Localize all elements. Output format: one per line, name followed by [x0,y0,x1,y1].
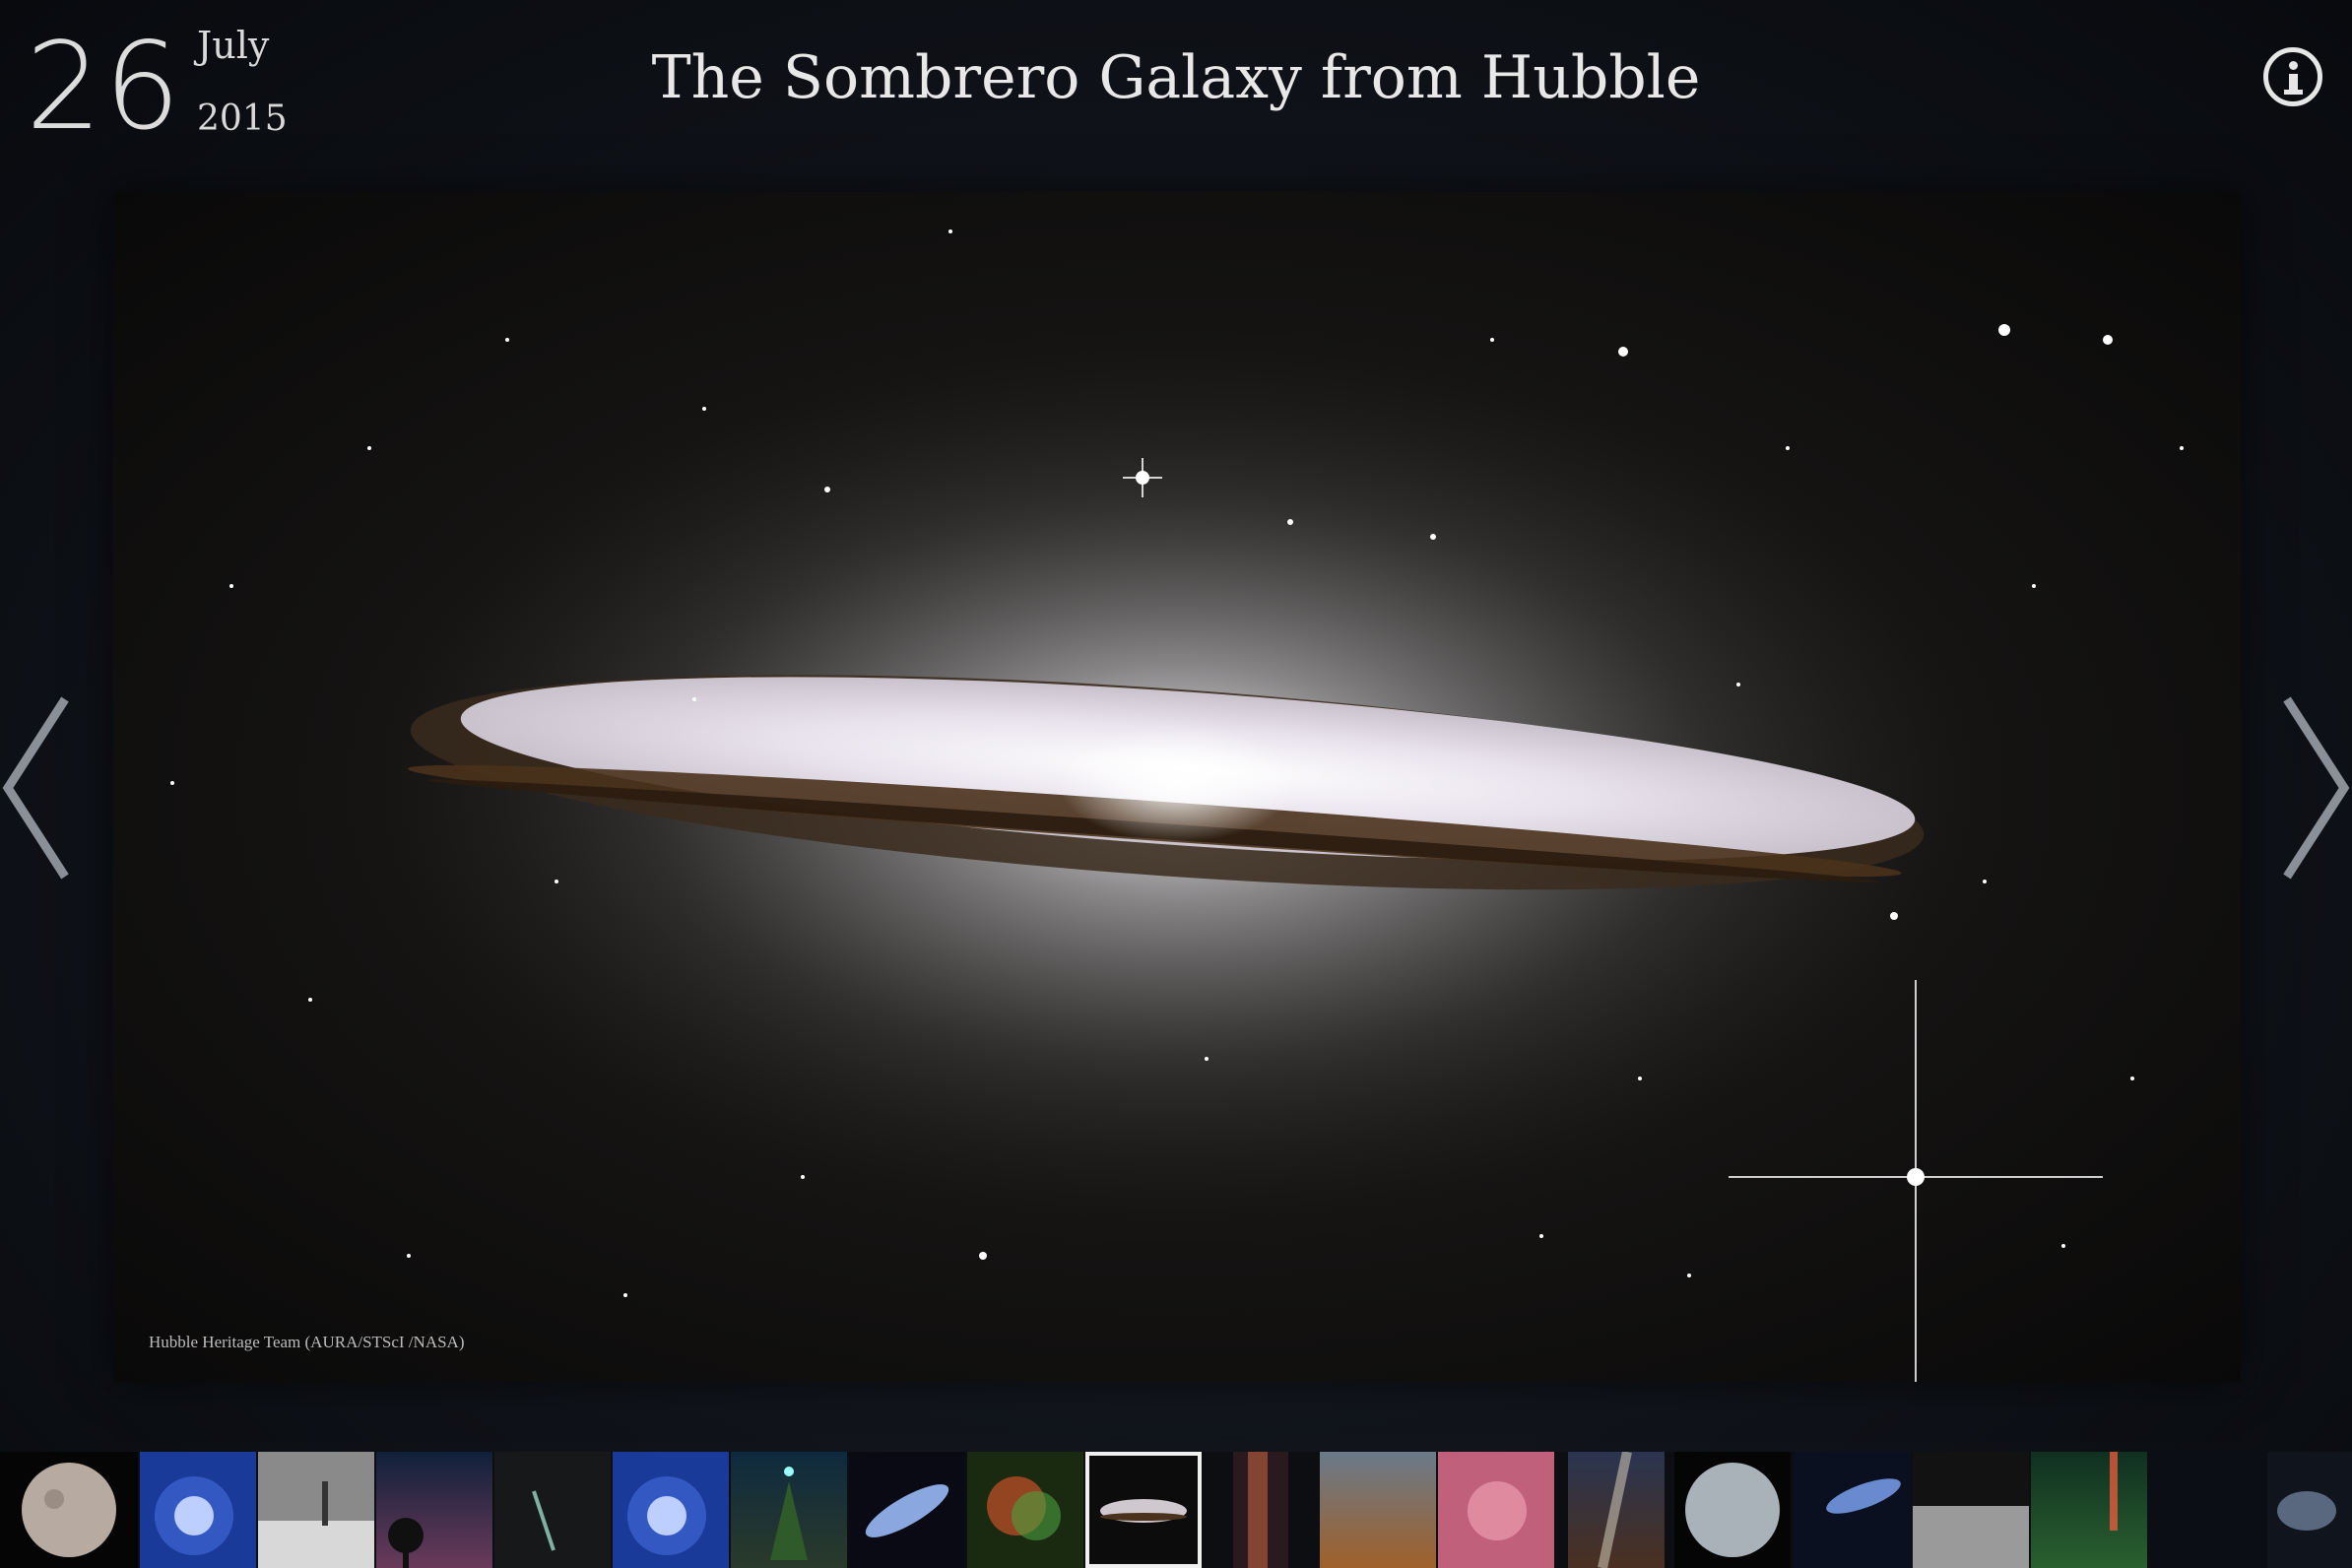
next-button[interactable] [2273,689,2352,886]
image-credit: Hubble Heritage Team (AURA/STScI /NASA) [149,1333,465,1351]
previous-button[interactable] [0,689,79,886]
chevron-right-icon [2283,696,2350,880]
chevron-left-icon [2,696,69,880]
thumbnail[interactable] [0,1452,138,1568]
thumbnail[interactable] [376,1452,492,1568]
sombrero-galaxy-image [170,229,2184,1382]
thumbnail[interactable] [140,1452,256,1568]
page-title: The Sombrero Galaxy from Hubble [651,43,1701,112]
thumbnail[interactable] [731,1452,847,1568]
info-icon-foot [2284,90,2303,95]
thumbnail[interactable] [2267,1452,2352,1568]
thumbnail[interactable] [2149,1452,2265,1568]
header-bar: 26 July 2015 The Sombrero Galaxy from Hu… [0,0,2352,187]
info-icon-dot [2289,61,2298,70]
thumbnail[interactable] [1233,1452,1288,1568]
thumbnail[interactable] [849,1452,965,1568]
thumbnail[interactable] [258,1452,374,1568]
info-icon[interactable] [2263,47,2322,106]
thumbnail[interactable] [967,1452,1083,1568]
thumbnail[interactable] [1674,1452,1791,1568]
thumbnail[interactable] [1913,1452,2029,1568]
thumbnail[interactable] [494,1452,611,1568]
thumbnail[interactable] [1568,1452,1665,1568]
featured-image: Hubble Heritage Team (AURA/STScI /NASA) [113,192,2241,1382]
thumbnail[interactable] [613,1452,729,1568]
thumbnail-strip [0,1452,2352,1568]
thumbnail[interactable] [1795,1452,1911,1568]
thumbnail[interactable] [1438,1452,1554,1568]
thumbnail-selected[interactable] [1085,1452,1202,1568]
thumbnail[interactable] [1320,1452,1436,1568]
thumbnail[interactable] [2031,1452,2147,1568]
